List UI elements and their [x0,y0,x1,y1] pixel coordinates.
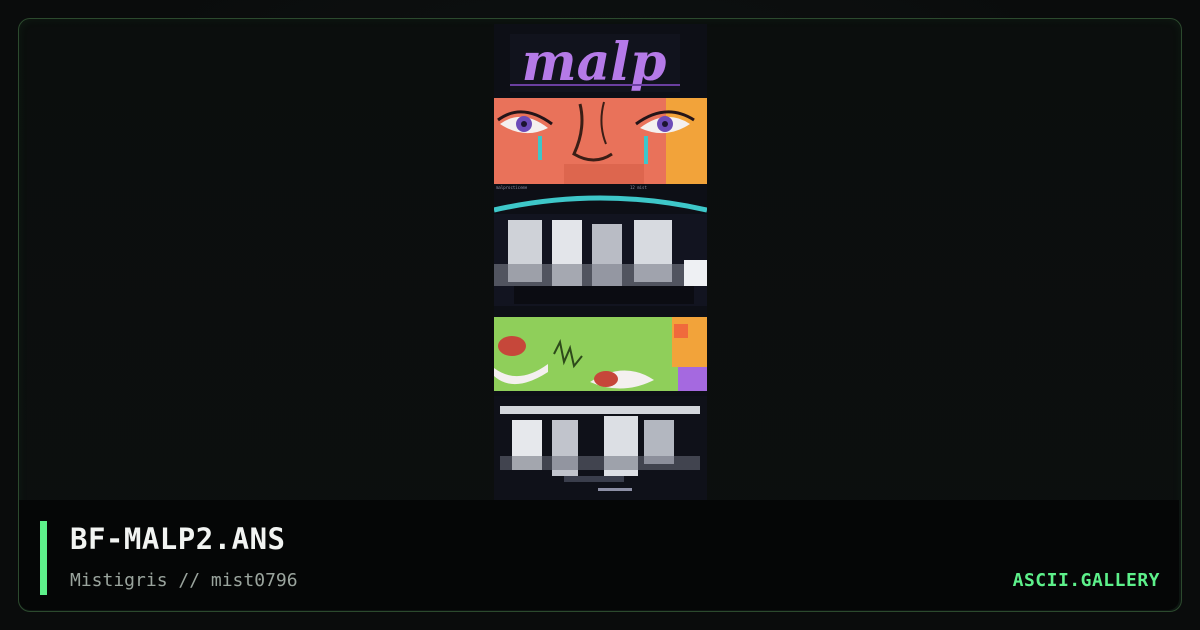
art-caption-left: malprocticeme [496,185,528,190]
green-eyes-panel [494,317,707,391]
art-caption-right: 12 mist [630,185,647,190]
bottom-chrome-panel [494,396,707,500]
artist-credit[interactable]: Mistigris // mist0796 [70,570,298,591]
face-eyes-panel [494,98,707,184]
malp-logo: malp [510,32,680,93]
ansi-artwork-preview[interactable]: malp malprocticeme 12 mist [494,24,707,500]
accent-bar [40,521,47,595]
logo-text: malp [522,32,667,93]
info-footer: BF-MALP2.ANS Mistigris // mist0796 ASCII… [19,500,1179,610]
artwork-filename: BF-MALP2.ANS [70,522,286,556]
site-brand-link[interactable]: ASCII.GALLERY [1013,570,1160,591]
page: malp malprocticeme 12 mist BF-MALP2.ANS … [0,0,1200,630]
chrome-letters-panel [494,195,707,306]
